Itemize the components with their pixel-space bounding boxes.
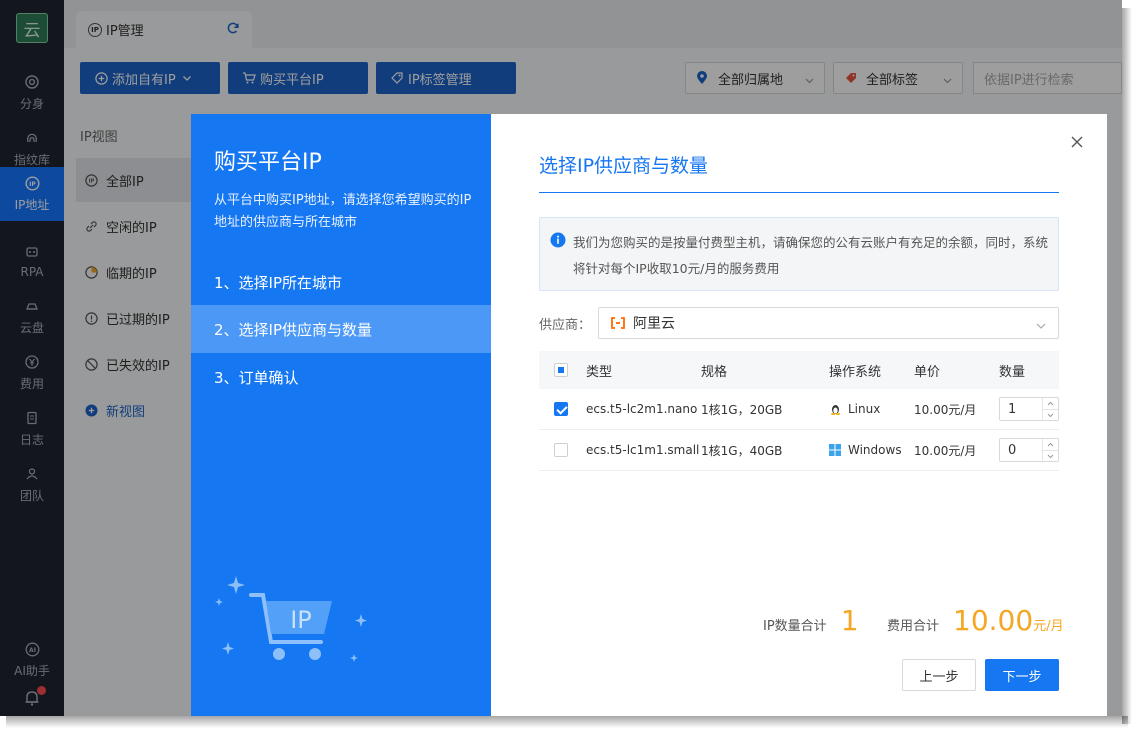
- window-shadow-right: [1122, 8, 1132, 724]
- stepper-arrows: [1042, 439, 1058, 461]
- os-name: Windows: [848, 443, 902, 457]
- linux-icon: [829, 403, 841, 415]
- cell-price: 10.00元/月: [914, 402, 977, 417]
- dialog-steps-panel: 购买平台IP 从平台中购买IP地址，请选择您希望购买的IP地址的供应商与所在城市…: [191, 114, 491, 716]
- select-all-checkbox[interactable]: [554, 351, 568, 389]
- close-icon[interactable]: [1069, 134, 1085, 150]
- quantity-stepper[interactable]: 1: [999, 397, 1059, 421]
- checkbox[interactable]: [554, 402, 568, 416]
- provider-value: 阿里云: [633, 316, 675, 332]
- header-os: 操作系统: [829, 364, 882, 380]
- header-price: 单价: [914, 364, 941, 380]
- cell-qty: 1: [999, 389, 1059, 429]
- chevron-up-icon[interactable]: [1043, 439, 1058, 450]
- info-icon: [550, 232, 566, 248]
- buy-ip-dialog: 购买平台IP 从平台中购买IP地址，请选择您希望购买的IP地址的供应商与所在城市…: [191, 114, 1107, 716]
- header-spec: 规格: [701, 364, 728, 380]
- step-select-provider: 2、选择IP供应商与数量: [191, 305, 491, 353]
- cell-os: Windows: [829, 430, 902, 470]
- quantity-stepper[interactable]: 0: [999, 438, 1059, 462]
- chevron-down-icon[interactable]: [1043, 409, 1058, 420]
- provider-label: 供应商：: [539, 318, 592, 333]
- fee-label: 费用合计: [887, 619, 940, 634]
- provider-select[interactable]: 阿里云: [598, 307, 1059, 339]
- aliyun-logo-icon: [611, 317, 625, 329]
- notice-text: 我们为您购买的是按量付费型主机，请确保您的公有云账户有充足的余额，同时，系统将针…: [573, 235, 1049, 276]
- dialog-left-description: 从平台中购买IP地址，请选择您希望购买的IP地址的供应商与所在城市: [214, 193, 472, 230]
- stepper-arrows: [1042, 398, 1058, 420]
- app-window: 云 分身 指纹库 IP IP地址 RPA 云盘 费用 日志 团队 AI AI助手…: [0, 0, 1122, 716]
- chevron-down-icon: [1036, 319, 1046, 329]
- ip-count-label: IP数量合计: [763, 619, 827, 634]
- title-divider: [539, 192, 1059, 193]
- fee-unit: 元/月: [1033, 619, 1064, 634]
- step-order-confirm: 3、订单确认: [214, 368, 299, 387]
- header-type: 类型: [586, 364, 613, 380]
- cell-qty: 0: [999, 430, 1059, 470]
- chevron-up-icon[interactable]: [1043, 398, 1058, 409]
- step-select-city: 1、选择IP所在城市: [214, 273, 343, 292]
- cell-spec: 1核1G，40GB: [701, 443, 783, 458]
- prev-step-button[interactable]: 上一步: [902, 659, 976, 691]
- table-row: ecs.t5-lc2m1.nano 1核1G，20GB Linux 10.00元…: [539, 389, 1059, 430]
- next-step-button[interactable]: 下一步: [985, 659, 1059, 691]
- cell-price: 10.00元/月: [914, 443, 977, 458]
- windows-icon: [829, 444, 841, 456]
- row-checkbox[interactable]: [554, 430, 568, 470]
- os-name: Linux: [848, 402, 881, 416]
- fee-summary: 费用合计 10.00 元/月: [887, 604, 1064, 637]
- fee-value: 10.00: [953, 604, 1034, 637]
- cart-ip-label: IP: [290, 606, 312, 634]
- quantity-value: 0: [1008, 442, 1017, 458]
- table-row: ecs.t5-lc1m1.small 1核1G，40GB Windows 10.…: [539, 430, 1059, 471]
- ip-count-value: 1: [840, 604, 859, 637]
- checkbox[interactable]: [554, 443, 568, 457]
- chevron-down-icon[interactable]: [1043, 450, 1058, 461]
- cell-os: Linux: [829, 389, 880, 429]
- row-checkbox[interactable]: [554, 389, 568, 429]
- cell-spec: 1核1G，20GB: [701, 402, 783, 417]
- cell-type: ecs.t5-lc2m1.nano: [586, 402, 698, 416]
- billing-notice: 我们为您购买的是按量付费型主机，请确保您的公有云账户有充足的余额，同时，系统将针…: [539, 217, 1059, 291]
- dialog-right-title: 选择IP供应商与数量: [539, 155, 709, 177]
- quantity-value: 1: [1008, 401, 1017, 417]
- cell-type: ecs.t5-lc1m1.small: [586, 443, 700, 457]
- table-header: 类型 规格 操作系统 单价 数量: [539, 351, 1059, 389]
- window-shadow-bottom: [6, 716, 1128, 728]
- dialog-left-title: 购买平台IP: [214, 150, 322, 175]
- shopping-cart-illustration: IP: [211, 572, 371, 672]
- checkbox[interactable]: [554, 363, 568, 377]
- ip-count-summary: IP数量合计 1: [763, 604, 859, 637]
- header-qty: 数量: [999, 364, 1026, 380]
- dialog-content: 选择IP供应商与数量 我们为您购买的是按量付费型主机，请确保您的公有云账户有充足…: [491, 114, 1107, 716]
